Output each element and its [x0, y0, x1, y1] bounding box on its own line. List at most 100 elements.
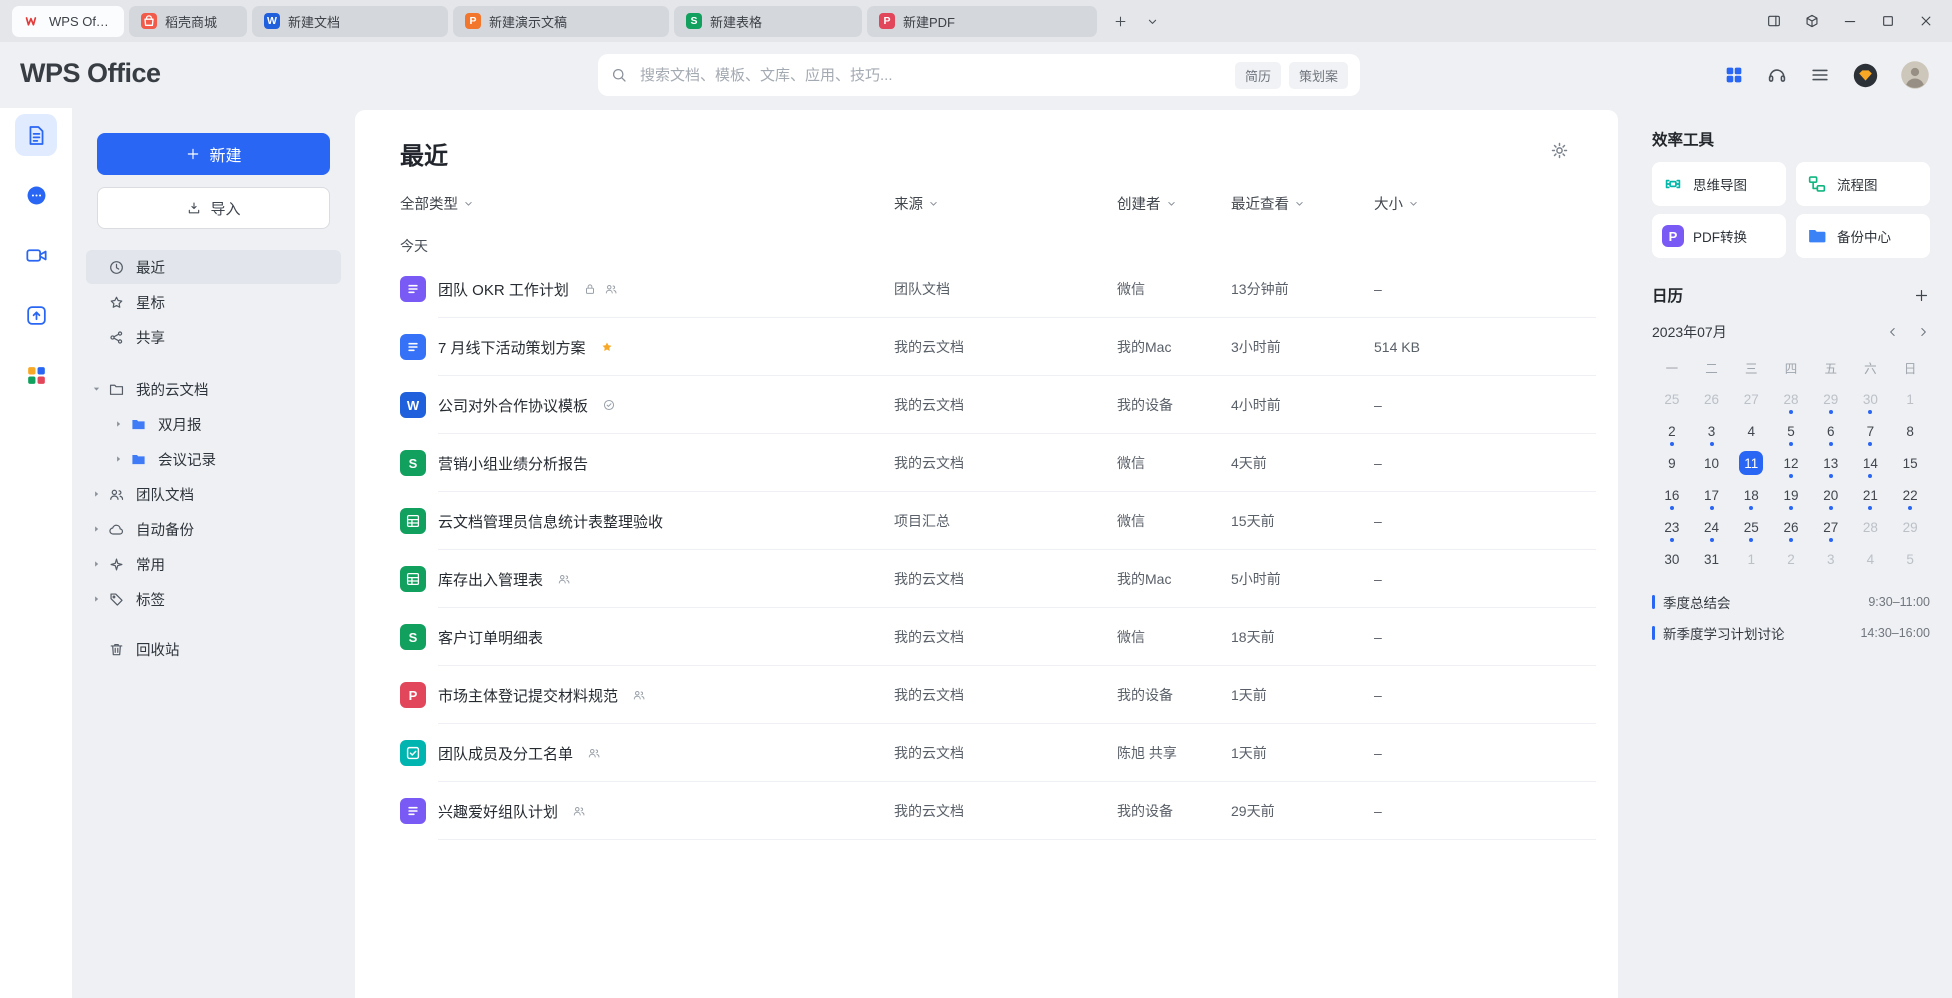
- tool-mindmap[interactable]: 思维导图: [1652, 162, 1786, 206]
- filter-5[interactable]: 大小: [1374, 193, 1420, 214]
- calendar-day[interactable]: 22: [1890, 479, 1930, 511]
- calendar-day[interactable]: 10: [1692, 447, 1732, 479]
- tool-backup[interactable]: 备份中心: [1796, 214, 1930, 258]
- tool-pdf-convert[interactable]: PPDF转换: [1652, 214, 1786, 258]
- tab-list-chevron-icon[interactable]: [1139, 8, 1165, 34]
- calendar-day[interactable]: 28: [1771, 383, 1811, 415]
- caret-right-icon[interactable]: [113, 454, 124, 465]
- sidebar-item-会议记录[interactable]: 会议记录: [86, 442, 341, 476]
- file-row[interactable]: 7 月线下活动策划方案 我的云文档 我的Mac 3小时前 514 KB: [400, 318, 1596, 376]
- apps-grid-icon[interactable]: [1723, 64, 1745, 86]
- tool-flowchart[interactable]: 流程图: [1796, 162, 1930, 206]
- calendar-day[interactable]: 29: [1811, 383, 1851, 415]
- calendar-day[interactable]: 25: [1731, 511, 1771, 543]
- calendar-day[interactable]: 3: [1811, 543, 1851, 575]
- calendar-day[interactable]: 6: [1811, 415, 1851, 447]
- toggle-panel-icon[interactable]: [1760, 7, 1788, 35]
- calendar-day[interactable]: 15: [1890, 447, 1930, 479]
- calendar-day[interactable]: 8: [1890, 415, 1930, 447]
- rail-messages-icon[interactable]: [15, 174, 57, 216]
- caret-right-icon[interactable]: [113, 419, 124, 430]
- calendar-day[interactable]: 13: [1811, 447, 1851, 479]
- user-avatar[interactable]: [1900, 60, 1930, 90]
- sidebar-item-最近[interactable]: 最近: [86, 250, 341, 284]
- prev-month-button[interactable]: [1886, 325, 1900, 339]
- calendar-event[interactable]: 新季度学习计划讨论14:30–16:00: [1652, 620, 1930, 646]
- calendar-day[interactable]: 2: [1652, 415, 1692, 447]
- caret-down-icon[interactable]: [91, 384, 102, 395]
- rail-documents-icon[interactable]: [15, 114, 57, 156]
- calendar-day[interactable]: 27: [1811, 511, 1851, 543]
- calendar-day[interactable]: 1: [1890, 383, 1930, 415]
- new-document-button[interactable]: 新建: [97, 133, 330, 175]
- rail-meetings-icon[interactable]: [15, 234, 57, 276]
- calendar-day[interactable]: 30: [1652, 543, 1692, 575]
- file-row[interactable]: W 公司对外合作协议模板 我的云文档 我的设备 4小时前 –: [400, 376, 1596, 434]
- search-input[interactable]: [638, 66, 1225, 85]
- calendar-day[interactable]: 30: [1851, 383, 1891, 415]
- calendar-day[interactable]: 9: [1652, 447, 1692, 479]
- search-tag-chip[interactable]: 简历: [1235, 62, 1281, 89]
- file-row[interactable]: 团队 OKR 工作计划 团队文档 微信 13分钟前 –: [400, 260, 1596, 318]
- tab-1[interactable]: WPS Office: [12, 6, 124, 37]
- tab-5[interactable]: S新建表格: [674, 6, 862, 37]
- menu-icon[interactable]: [1809, 64, 1831, 86]
- calendar-day[interactable]: 18: [1731, 479, 1771, 511]
- caret-right-icon[interactable]: [91, 489, 102, 500]
- calendar-day[interactable]: 14: [1851, 447, 1891, 479]
- calendar-day[interactable]: 31: [1692, 543, 1732, 575]
- calendar-day[interactable]: 25: [1652, 383, 1692, 415]
- sidebar-item-团队文档[interactable]: 团队文档: [86, 477, 341, 511]
- new-tab-button[interactable]: [1107, 8, 1133, 34]
- sidebar-item-双月报[interactable]: 双月报: [86, 407, 341, 441]
- calendar-day[interactable]: 17: [1692, 479, 1732, 511]
- search-bar[interactable]: 简历策划案: [598, 54, 1360, 96]
- tab-6[interactable]: P新建PDF: [867, 6, 1097, 37]
- calendar-day[interactable]: 16: [1652, 479, 1692, 511]
- settings-gear-icon[interactable]: [1549, 140, 1570, 161]
- rail-cloud-space-icon[interactable]: [15, 294, 57, 336]
- rail-apps-icon[interactable]: [15, 354, 57, 396]
- next-month-button[interactable]: [1916, 325, 1930, 339]
- maximize-button[interactable]: [1874, 7, 1902, 35]
- sidebar-item-标签[interactable]: 标签: [86, 582, 341, 616]
- tab-2[interactable]: 稻壳商城: [129, 6, 247, 37]
- calendar-day[interactable]: 12: [1771, 447, 1811, 479]
- import-button[interactable]: 导入: [97, 187, 330, 229]
- sidebar-item-常用[interactable]: 常用: [86, 547, 341, 581]
- file-row[interactable]: 兴趣爱好组队计划 我的云文档 我的设备 29天前 –: [400, 782, 1596, 840]
- calendar-day[interactable]: 5: [1771, 415, 1811, 447]
- filter-4[interactable]: 最近查看: [1231, 193, 1306, 214]
- calendar-day[interactable]: 3: [1692, 415, 1732, 447]
- sidebar-item-回收站[interactable]: 回收站: [86, 632, 341, 666]
- sidebar-item-共享[interactable]: 共享: [86, 320, 341, 354]
- calendar-day[interactable]: 4: [1731, 415, 1771, 447]
- sidebar-item-我的云文档[interactable]: 我的云文档: [86, 372, 341, 406]
- calendar-day[interactable]: 28: [1851, 511, 1891, 543]
- calendar-day[interactable]: 21: [1851, 479, 1891, 511]
- file-row[interactable]: S 营销小组业绩分析报告 我的云文档 微信 4天前 –: [400, 434, 1596, 492]
- customer-service-icon[interactable]: [1766, 64, 1788, 86]
- add-event-button[interactable]: [1913, 287, 1930, 304]
- calendar-day-selected[interactable]: 11: [1731, 447, 1771, 479]
- minimize-button[interactable]: [1836, 7, 1864, 35]
- calendar-day[interactable]: 26: [1692, 383, 1732, 415]
- sidebar-item-星标[interactable]: 星标: [86, 285, 341, 319]
- search-tag-chip[interactable]: 策划案: [1289, 62, 1348, 89]
- calendar-day[interactable]: 29: [1890, 511, 1930, 543]
- caret-right-icon[interactable]: [91, 594, 102, 605]
- file-row[interactable]: 云文档管理员信息统计表整理验收 项目汇总 微信 15天前 –: [400, 492, 1596, 550]
- filter-3[interactable]: 创建者: [1117, 193, 1178, 214]
- tab-4[interactable]: P新建演示文稿: [453, 6, 669, 37]
- tab-3[interactable]: W新建文档: [252, 6, 448, 37]
- membership-icon[interactable]: [1852, 62, 1879, 89]
- calendar-day[interactable]: 2: [1771, 543, 1811, 575]
- file-row[interactable]: P 市场主体登记提交材料规范 我的云文档 我的设备 1天前 –: [400, 666, 1596, 724]
- sidebar-item-自动备份[interactable]: 自动备份: [86, 512, 341, 546]
- calendar-day[interactable]: 26: [1771, 511, 1811, 543]
- close-button[interactable]: [1912, 7, 1940, 35]
- calendar-day[interactable]: 7: [1851, 415, 1891, 447]
- calendar-day[interactable]: 19: [1771, 479, 1811, 511]
- calendar-day[interactable]: 23: [1652, 511, 1692, 543]
- filter-2[interactable]: 来源: [894, 193, 940, 214]
